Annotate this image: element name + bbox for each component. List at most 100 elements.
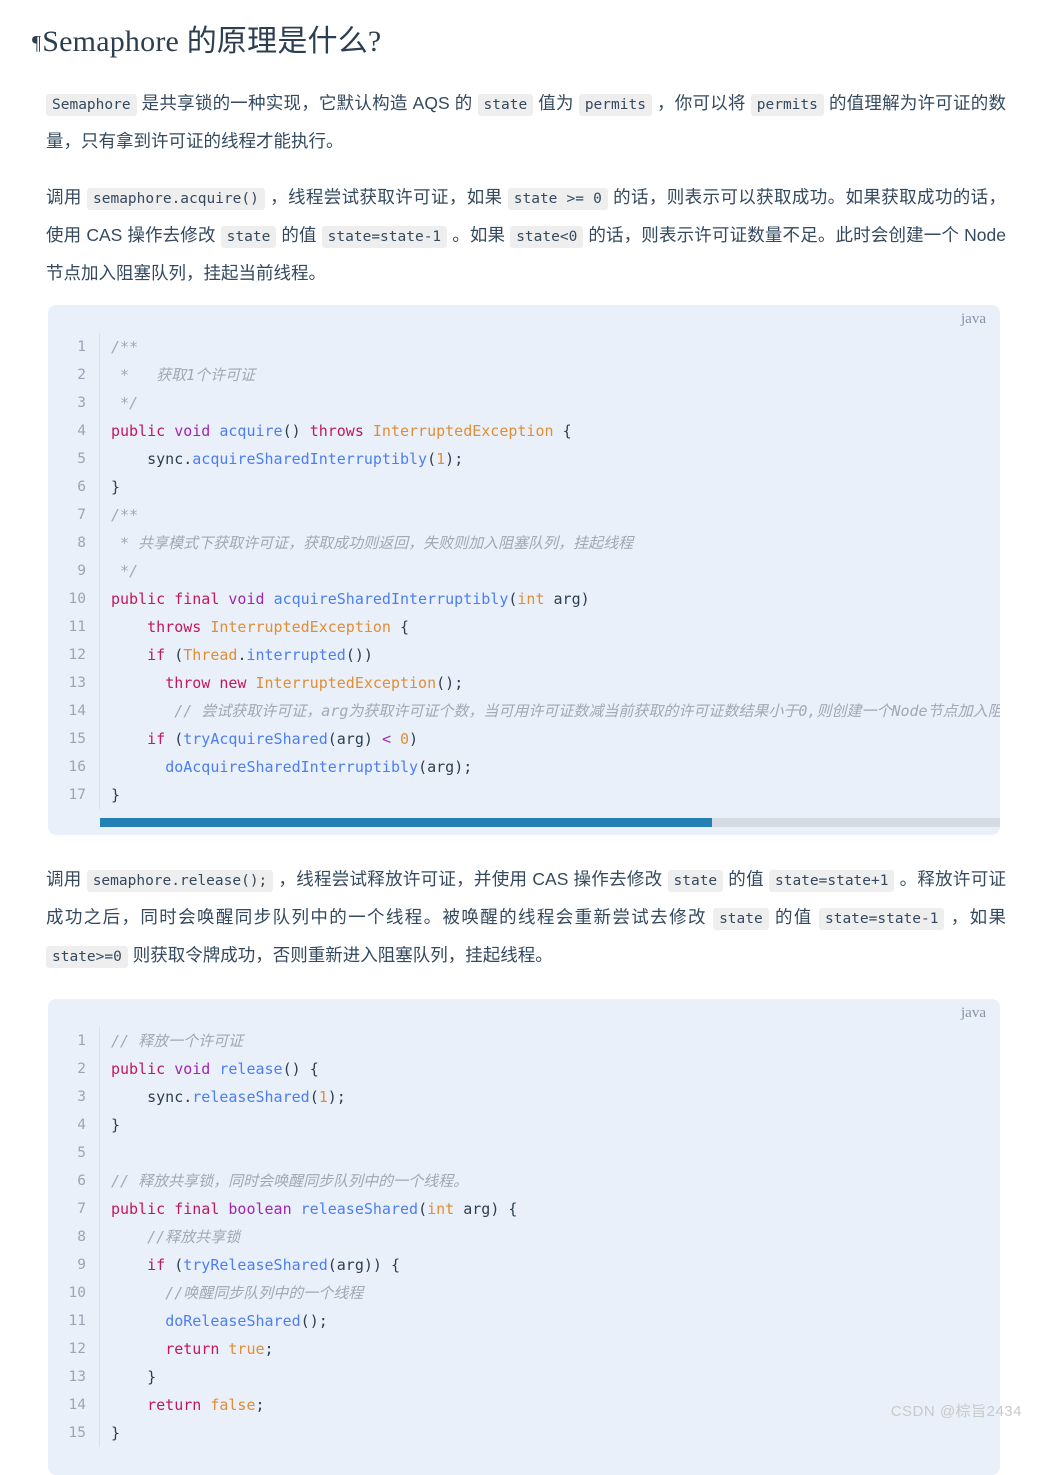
text-segment: 的值 [723,869,769,889]
code-line: if (Thread.interrupted()) [147,646,373,664]
code-line: } [111,786,121,804]
code-line: //唤醒同步队列中的一个线程 [111,1284,364,1302]
inline-code-state-decrement: state=state-1 [321,226,448,248]
text-segment: ，如果 [944,907,1006,927]
code-content: // 释放一个许可证 public void release() { sync.r… [100,1027,1000,1447]
line-number: 3 [77,395,86,411]
text-segment: 则获取令牌成功，否则重新进入阻塞队列，挂起线程。 [127,945,553,965]
line-number: 8 [77,1229,86,1245]
code-line: } [111,1116,121,1134]
inline-code-permits: permits [578,94,652,116]
code-line: if (tryAcquireShared(arg) < 0) [147,730,419,748]
inline-code-state: state [667,870,724,892]
code-line: */ [111,562,139,580]
line-number: 2 [77,367,86,383]
inline-code-state-gte-zero: state>=0 [46,946,128,968]
text-segment: 是共享锁的一种实现，它默认构造 AQS 的 [136,93,478,113]
line-number: 2 [77,1061,86,1077]
horizontal-scrollbar-track[interactable] [100,818,1000,827]
line-number: 12 [68,647,86,663]
line-number: 1 [77,1033,86,1049]
code-line: // 尝试获取许可证，arg为获取许可证个数，当可用许可证数减当前获取的许可证数… [111,702,1000,720]
line-number-gutter: 1 2 3 4 5 6 7 8 9 10 11 12 13 14 15 16 1… [48,333,100,809]
inline-code-state: state [477,94,534,116]
code-line: throws InterruptedException { [147,618,410,636]
inline-code-semaphore-release: semaphore.release(); [86,870,274,892]
code-line: sync.acquireSharedInterruptibly(1); [147,450,464,468]
code-line: * 获取1个许可证 [111,366,256,384]
code-line: } [147,1368,157,1386]
code-line: public void acquire() throws Interrupted… [111,422,572,440]
text-segment: 调用 [46,869,87,889]
code-line: */ [111,394,139,412]
line-number-gutter: 1 2 3 4 5 6 7 8 9 10 11 12 13 14 15 [48,1027,100,1447]
paragraph-acquire-explanation: 调用 semaphore.acquire() ，线程尝试获取许可证，如果 sta… [24,165,1024,297]
line-number: 1 [77,339,86,355]
anchor-pilcrow-icon[interactable]: ¶ [32,32,41,54]
code-scroll-viewport[interactable]: // 释放一个许可证 public void release() { sync.r… [100,1027,1000,1447]
code-scroll-viewport[interactable]: /** * 获取1个许可证 */ public void acquire() th… [100,333,1000,809]
text-segment: 的值 [276,225,322,245]
horizontal-scrollbar-thumb[interactable] [100,818,712,827]
code-body: 1 2 3 4 5 6 7 8 9 10 11 12 13 14 15 // 释… [48,999,1000,1447]
code-line: /** [111,506,139,524]
line-number: 16 [68,759,86,775]
inline-code-state-gte-zero: state >= 0 [507,188,608,210]
line-number: 6 [77,479,86,495]
line-number: 10 [68,1285,86,1301]
line-number: 13 [68,1369,86,1385]
line-number: 10 [68,591,86,607]
line-number: 14 [68,703,86,719]
text-segment: ，你可以将 [651,93,751,113]
text-segment: 调用 [46,187,87,207]
code-body: 1 2 3 4 5 6 7 8 9 10 11 12 13 14 15 16 1… [48,305,1000,809]
line-number: 11 [68,1313,86,1329]
code-line: } [111,1424,121,1442]
code-line: if (tryReleaseShared(arg)) { [147,1256,400,1274]
line-number: 6 [77,1173,86,1189]
line-number: 9 [77,563,86,579]
inline-code-state-lt-zero: state<0 [510,226,584,248]
code-line: return true; [165,1340,274,1358]
line-number: 11 [68,619,86,635]
inline-code-state-2: state [713,908,769,930]
code-line: /** [111,338,139,356]
inline-code-state-decrement: state=state-1 [818,908,945,930]
inline-code-semaphore-acquire: semaphore.acquire() [87,188,265,210]
code-footer [48,809,1000,835]
text-segment: 值为 [533,93,579,113]
code-line: throw new InterruptedException(); [165,674,464,692]
line-number: 3 [77,1089,86,1105]
code-line: * 共享模式下获取许可证，获取成功则返回，失败则加入阻塞队列，挂起线程 [111,534,634,552]
csdn-watermark: CSDN @棕旨2434 [890,1403,1022,1420]
code-line: sync.releaseShared(1); [147,1088,346,1106]
code-line: // 释放共享锁，同时会唤醒同步队列中的一个线程。 [111,1172,469,1190]
line-number: 5 [77,451,86,467]
line-number: 12 [68,1341,86,1357]
inline-code-state-increment: state=state+1 [768,870,895,892]
code-language-label: java [961,311,986,327]
code-line: //释放共享锁 [111,1228,241,1246]
code-line: doAcquireSharedInterruptibly(arg); [165,758,473,776]
inline-code-semaphore: Semaphore [46,94,137,116]
code-content: /** * 获取1个许可证 */ public void acquire() th… [100,333,1000,809]
inline-code-permits-2: permits [750,94,824,116]
line-number: 15 [68,731,86,747]
code-line: // 释放一个许可证 [111,1032,244,1050]
line-number: 4 [77,423,86,439]
code-language-label: java [961,1005,986,1021]
line-number: 8 [77,535,86,551]
text-segment: ，线程尝试释放许可证，并使用 CAS 操作去修改 [273,869,668,889]
code-block-acquire: java 1 2 3 4 5 6 7 8 9 10 11 12 13 14 15… [48,305,1000,835]
text-segment: 的值 [768,907,819,927]
code-line: public final boolean releaseShared(int a… [111,1200,518,1218]
paragraph-release-explanation: 调用 semaphore.release(); ，线程尝试释放许可证，并使用 C… [24,843,1024,991]
article-page: ¶Semaphore 的原理是什么? Semaphore 是共享锁的一种实现，它… [0,0,1048,1475]
text-segment: ，线程尝试获取许可证，如果 [264,187,508,207]
line-number: 7 [77,507,86,523]
line-number: 5 [77,1145,86,1161]
page-title: ¶Semaphore 的原理是什么? [24,0,1024,75]
text-segment: 。如果 [447,225,511,245]
line-number: 15 [68,1425,86,1441]
